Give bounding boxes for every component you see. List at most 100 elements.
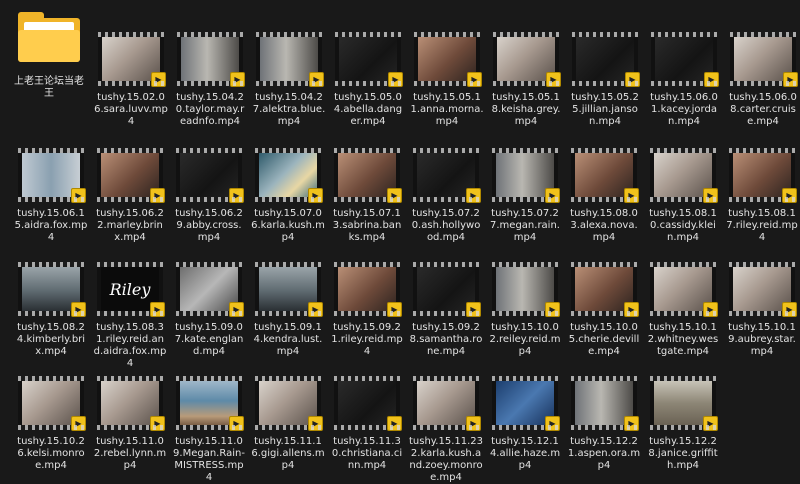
player-icon: ▶ <box>466 188 481 203</box>
file-label: tushy.15.06.22.marley.brinx.mp4 <box>96 208 164 243</box>
video-thumbnail: ▶ <box>97 376 165 431</box>
file-item[interactable]: ▶ tushy.15.09.14.kendra.lust.mp4 <box>249 262 327 358</box>
file-label: tushy.15.08.31.riley.reid.and.aidra.fox.… <box>93 322 167 369</box>
file-grid: 上老王论坛当老王 ▶ tushy.15.02.06.sara.luvv.mp4 ▶ t… <box>0 0 800 483</box>
folder-label: 上老王论坛当老王 <box>14 76 84 99</box>
file-item[interactable]: ▶ tushy.15.05.18.keisha.grey.mp4 <box>487 32 565 128</box>
file-label: tushy.15.12.14.allie.haze.mp4 <box>489 436 561 471</box>
player-icon: ▶ <box>783 72 798 87</box>
file-label: tushy.15.11.02.rebel.lynn.mp4 <box>93 436 167 471</box>
file-item[interactable]: ▶ tushy.15.06.29.abby.cross.mp4 <box>170 148 248 244</box>
video-thumbnail: ▶ <box>571 148 639 203</box>
file-label: tushy.15.11.16.gigi.allens.mp4 <box>251 436 325 471</box>
player-icon: ▶ <box>151 72 166 87</box>
video-thumbnail: ▶ <box>413 262 481 317</box>
player-icon: ▶ <box>703 416 718 431</box>
video-thumbnail: ▶ <box>413 376 481 431</box>
file-item[interactable]: ▶ tushy.15.04.20.taylor.may.readnfo.mp4 <box>171 32 249 128</box>
player-icon: ▶ <box>150 416 165 431</box>
file-item[interactable]: ▶ tushy.15.11.02.rebel.lynn.mp4 <box>91 376 169 472</box>
file-label: tushy.15.06.15.aidra.fox.mp4 <box>14 208 88 243</box>
file-item[interactable]: ▶ tushy.15.09.28.samantha.rone.mp4 <box>407 262 485 358</box>
video-thumbnail: ▶ <box>334 262 402 317</box>
player-icon: ▶ <box>388 72 403 87</box>
file-item[interactable]: ▶ tushy.15.11.16.gigi.allens.mp4 <box>249 376 327 472</box>
file-item[interactable]: ▶ tushy.15.12.28.janice.griffith.mp4 <box>644 376 722 472</box>
video-thumbnail: ▶ <box>572 32 640 87</box>
file-label: tushy.15.10.12.whitney.westgate.mp4 <box>647 322 719 357</box>
file-item[interactable]: Riley ▶ tushy.15.08.31.riley.reid.and.aidr… <box>91 262 169 370</box>
video-thumbnail: ▶ <box>729 262 797 317</box>
file-item[interactable]: ▶ tushy.15.10.12.whitney.westgate.mp4 <box>644 262 722 358</box>
file-item[interactable]: ▶ tushy.15.12.14.allie.haze.mp4 <box>486 376 564 472</box>
file-item[interactable]: ▶ tushy.15.06.15.aidra.fox.mp4 <box>12 148 90 244</box>
file-item[interactable]: ▶ tushy.15.04.27.alektra.blue.mp4 <box>250 32 328 128</box>
file-label: tushy.15.11.232.karla.kush.and.zoey.monr… <box>409 436 484 483</box>
file-item[interactable]: ▶ tushy.15.07.13.sabrina.banks.mp4 <box>328 148 406 244</box>
file-item[interactable]: ▶ tushy.15.09.07.kate.england.mp4 <box>170 262 248 358</box>
file-item[interactable]: ▶ tushy.15.08.17.riley.reid.mp4 <box>723 148 800 244</box>
file-item[interactable]: ▶ tushy.15.11.232.karla.kush.and.zoey.mon… <box>407 376 485 484</box>
file-item[interactable]: ▶ tushy.15.11.30.christiana.cinn.mp4 <box>328 376 406 472</box>
folder-item[interactable]: 上老王论坛当老王 <box>10 12 88 100</box>
file-item[interactable]: ▶ tushy.15.07.27.megan.rain.mp4 <box>486 148 564 244</box>
file-item[interactable]: ▶ tushy.15.06.08.carter.cruise.mp4 <box>724 32 800 128</box>
file-label: tushy.15.10.19.aubrey.star.mp4 <box>728 322 796 357</box>
file-label: tushy.15.09.28.samantha.rone.mp4 <box>409 322 483 357</box>
file-item[interactable]: ▶ tushy.15.10.26.kelsi.monroe.mp4 <box>12 376 90 472</box>
file-item[interactable]: ▶ tushy.15.06.22.marley.brinx.mp4 <box>91 148 169 244</box>
video-thumbnail: ▶ <box>492 262 560 317</box>
file-item[interactable]: ▶ tushy.15.05.11.anna.morna.mp4 <box>408 32 486 128</box>
file-item[interactable]: ▶ tushy.15.09.21.riley.reid.mp4 <box>328 262 406 358</box>
video-thumbnail: ▶ <box>650 262 718 317</box>
file-item[interactable]: ▶ tushy.15.08.24.kimberly.brix.mp4 <box>12 262 90 358</box>
folder-icon <box>18 12 80 62</box>
player-icon: ▶ <box>624 302 639 317</box>
file-label: tushy.15.09.21.riley.reid.mp4 <box>331 322 403 357</box>
player-icon: ▶ <box>782 188 797 203</box>
file-item[interactable]: ▶ tushy.15.06.01.kacey.jordan.mp4 <box>645 32 723 128</box>
video-thumbnail: ▶ <box>492 148 560 203</box>
file-label: tushy.15.10.02.reiley.reid.mp4 <box>489 322 561 357</box>
file-item[interactable]: ▶ tushy.15.05.04.abella.danger.mp4 <box>329 32 407 128</box>
video-thumbnail: ▶ <box>651 32 719 87</box>
player-icon: ▶ <box>308 302 323 317</box>
file-label: tushy.15.07.06.karla.kush.mp4 <box>251 208 325 243</box>
file-item[interactable]: ▶ tushy.15.10.02.reiley.reid.mp4 <box>486 262 564 358</box>
player-icon: ▶ <box>624 188 639 203</box>
file-item[interactable]: ▶ tushy.15.02.06.sara.luvv.mp4 <box>92 32 170 128</box>
file-item[interactable]: ▶ tushy.15.08.10.cassidy.klein.mp4 <box>644 148 722 244</box>
file-label: tushy.15.04.20.taylor.may.readnfo.mp4 <box>175 92 245 127</box>
file-label: tushy.15.06.01.kacey.jordan.mp4 <box>650 92 718 127</box>
file-item[interactable]: ▶ tushy.15.11.09.Megan.Rain-MISTRESS.mp4 <box>170 376 248 484</box>
player-icon: ▶ <box>71 188 86 203</box>
file-label: tushy.15.05.11.anna.morna.mp4 <box>410 92 484 127</box>
player-icon: ▶ <box>387 416 402 431</box>
player-icon: ▶ <box>308 188 323 203</box>
file-label: tushy.15.05.04.abella.danger.mp4 <box>333 92 403 127</box>
file-item[interactable]: ▶ tushy.15.10.19.aubrey.star.mp4 <box>723 262 800 358</box>
file-item[interactable]: ▶ tushy.15.07.20.ash.hollywood.mp4 <box>407 148 485 244</box>
player-icon: ▶ <box>466 416 481 431</box>
file-label: tushy.15.04.27.alektra.blue.mp4 <box>252 92 326 127</box>
file-label: tushy.15.09.14.kendra.lust.mp4 <box>253 322 323 357</box>
file-item[interactable]: ▶ tushy.15.12.21.aspen.ora.mp4 <box>565 376 643 472</box>
video-thumbnail: ▶ <box>413 148 481 203</box>
player-icon: ▶ <box>545 302 560 317</box>
player-icon: ▶ <box>150 188 165 203</box>
video-thumbnail: ▶ <box>571 262 639 317</box>
video-thumbnail: ▶ <box>177 32 245 87</box>
file-item[interactable]: ▶ tushy.15.05.25.jillian.janson.mp4 <box>566 32 644 128</box>
video-thumbnail: ▶ <box>334 148 402 203</box>
player-icon: ▶ <box>229 302 244 317</box>
video-thumbnail: ▶ <box>414 32 482 87</box>
player-icon: ▶ <box>387 188 402 203</box>
file-item[interactable]: ▶ tushy.15.07.06.karla.kush.mp4 <box>249 148 327 244</box>
file-item[interactable]: ▶ tushy.15.10.05.cherie.deville.mp4 <box>565 262 643 358</box>
player-icon: ▶ <box>308 416 323 431</box>
file-label: tushy.15.08.03.alexa.nova.mp4 <box>570 208 638 243</box>
video-thumbnail: Riley ▶ <box>97 262 165 317</box>
file-item[interactable]: ▶ tushy.15.08.03.alexa.nova.mp4 <box>565 148 643 244</box>
video-thumbnail: ▶ <box>176 376 244 431</box>
video-thumbnail: ▶ <box>18 148 86 203</box>
